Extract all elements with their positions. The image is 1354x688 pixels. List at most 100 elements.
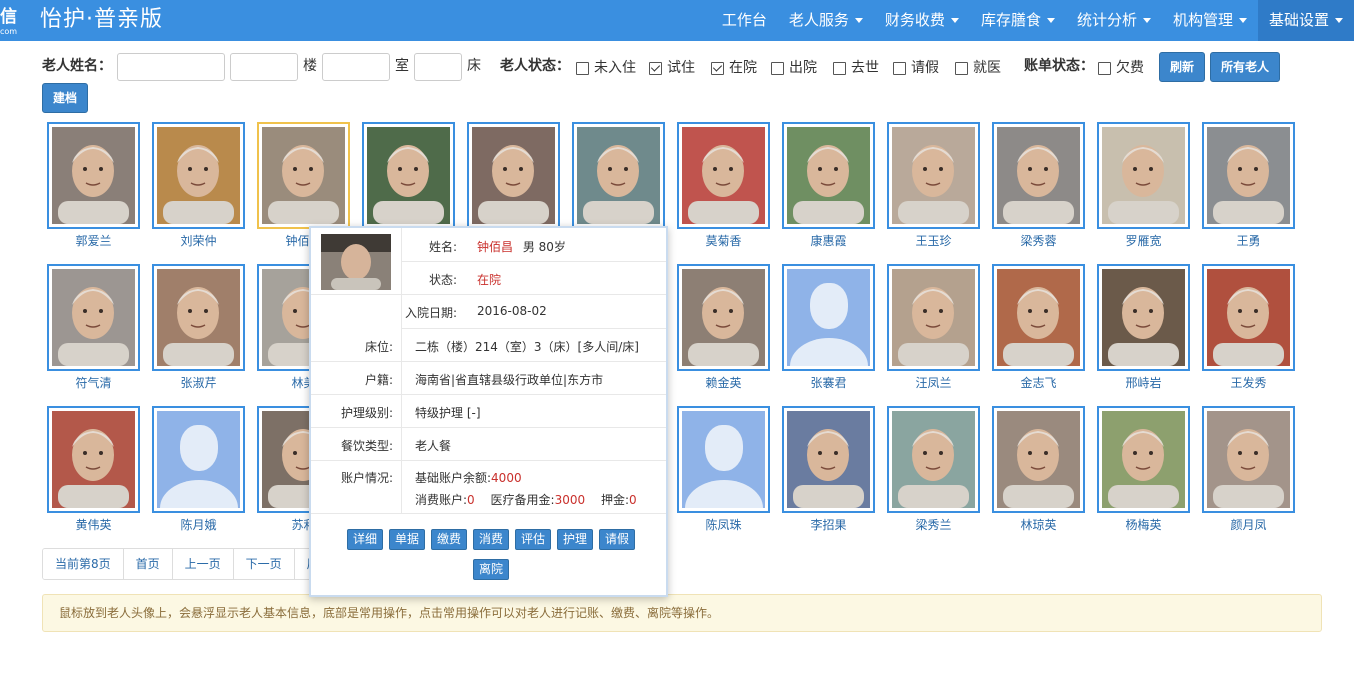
resident-photo[interactable] [782,406,875,513]
bed-input[interactable] [414,53,462,81]
nav-item-1[interactable]: 老人服务 [778,0,874,41]
all-elders-button[interactable]: 所有老人 [1210,52,1280,82]
popup-action-button[interactable]: 缴费 [431,529,468,550]
nav-item-6[interactable]: 基础设置 [1257,0,1354,41]
refresh-button[interactable]: 刷新 [1159,52,1205,82]
popup-action-button[interactable]: 护理 [557,529,594,550]
popup-action-button[interactable]: 详细 [347,529,384,550]
resident-photo[interactable] [677,406,770,513]
status-checkbox-5[interactable]: 请假 [893,58,939,78]
resident-photo[interactable] [992,122,1085,229]
popup-action-button[interactable]: 离院 [473,559,510,580]
resident-name[interactable]: 郭爱兰 [47,233,140,249]
nav-item-2[interactable]: 财务收费 [874,0,970,41]
status-checkbox-2[interactable]: 在院 [711,58,757,78]
resident-name[interactable]: 康惠霞 [782,233,875,249]
resident-photo[interactable] [1097,406,1190,513]
resident-photo[interactable] [782,264,875,371]
resident-card[interactable]: 莫菊香 [677,122,770,249]
resident-name[interactable]: 张褰君 [782,375,875,391]
popup-action-button[interactable]: 请假 [599,529,636,550]
app-title[interactable]: 怡护·普亲版 [40,6,163,34]
resident-photo[interactable] [782,122,875,229]
resident-card[interactable] [572,122,665,233]
resident-card[interactable]: 王玉珍 [887,122,980,249]
resident-card[interactable]: 李招果 [782,406,875,533]
resident-card[interactable]: 汪凤兰 [887,264,980,391]
resident-card[interactable]: 赖金英 [677,264,770,391]
resident-name[interactable]: 李招果 [782,517,875,533]
status-checkbox-1[interactable]: 试住 [649,58,695,78]
resident-name[interactable]: 林琼英 [992,517,1085,533]
resident-name[interactable]: 颜月凤 [1202,517,1295,533]
resident-name[interactable]: 黄伟英 [47,517,140,533]
resident-name[interactable]: 赖金英 [677,375,770,391]
resident-name[interactable]: 陈凤珠 [677,517,770,533]
resident-card[interactable]: 梁秀兰 [887,406,980,533]
status-checkbox-4[interactable]: 去世 [833,58,879,78]
resident-name[interactable]: 罗雁宽 [1097,233,1190,249]
create-record-button[interactable]: 建档 [42,83,88,113]
resident-name[interactable]: 钟佰昌 [477,240,513,254]
resident-name[interactable]: 杨梅英 [1097,517,1190,533]
resident-photo[interactable] [1202,406,1295,513]
resident-photo[interactable] [47,406,140,513]
resident-photo[interactable] [992,406,1085,513]
resident-photo[interactable] [47,122,140,229]
resident-photo[interactable] [47,264,140,371]
resident-photo[interactable] [1202,122,1295,229]
popup-action-button[interactable]: 评估 [515,529,552,550]
building-input[interactable] [230,53,298,81]
resident-card[interactable]: 杨梅英 [1097,406,1190,533]
resident-card[interactable]: 符气清 [47,264,140,391]
resident-card[interactable]: 颜月凤 [1202,406,1295,533]
resident-name[interactable]: 符气清 [47,375,140,391]
page-button-3[interactable]: 下一页 [233,549,295,579]
resident-photo[interactable] [1097,122,1190,229]
resident-photo[interactable] [467,122,560,229]
resident-photo[interactable] [887,122,980,229]
resident-photo[interactable] [1202,264,1295,371]
resident-name[interactable]: 莫菊香 [677,233,770,249]
resident-card[interactable] [467,122,560,233]
resident-photo[interactable] [677,122,770,229]
resident-card[interactable]: 张褰君 [782,264,875,391]
resident-name[interactable]: 王勇 [1202,233,1295,249]
resident-photo[interactable] [677,264,770,371]
resident-card[interactable]: 张淑芹 [152,264,245,391]
resident-name[interactable]: 梁秀蓉 [992,233,1085,249]
elder-name-input[interactable] [117,53,225,81]
resident-photo[interactable] [152,264,245,371]
resident-card[interactable]: 刘荣仲 [152,122,245,249]
resident-card[interactable]: 林琼英 [992,406,1085,533]
resident-card[interactable]: 郭爱兰 [47,122,140,249]
resident-card[interactable]: 梁秀蓉 [992,122,1085,249]
resident-photo[interactable] [992,264,1085,371]
resident-photo[interactable] [152,406,245,513]
resident-name[interactable]: 陈月娥 [152,517,245,533]
nav-item-0[interactable]: 工作台 [711,0,778,41]
resident-photo[interactable] [362,122,455,229]
resident-card[interactable]: 陈月娥 [152,406,245,533]
popup-action-button[interactable]: 消费 [473,529,510,550]
resident-card[interactable]: 黄伟英 [47,406,140,533]
resident-name[interactable]: 汪凤兰 [887,375,980,391]
resident-card[interactable]: 罗雁宽 [1097,122,1190,249]
status-checkbox-3[interactable]: 出院 [771,58,817,78]
resident-name[interactable]: 张淑芹 [152,375,245,391]
popup-action-button[interactable]: 单据 [389,529,426,550]
resident-card[interactable] [362,122,455,233]
nav-item-5[interactable]: 机构管理 [1162,0,1258,41]
resident-photo[interactable] [152,122,245,229]
resident-name[interactable]: 王发秀 [1202,375,1295,391]
status-checkbox-6[interactable]: 就医 [955,58,1001,78]
nav-item-3[interactable]: 库存膳食 [970,0,1066,41]
resident-photo[interactable] [887,406,980,513]
resident-name[interactable]: 金志飞 [992,375,1085,391]
resident-name[interactable]: 王玉珍 [887,233,980,249]
resident-card[interactable]: 王发秀 [1202,264,1295,391]
page-button-2[interactable]: 上一页 [172,549,234,579]
resident-card[interactable]: 王勇 [1202,122,1295,249]
resident-card[interactable]: 康惠霞 [782,122,875,249]
resident-photo[interactable] [572,122,665,229]
